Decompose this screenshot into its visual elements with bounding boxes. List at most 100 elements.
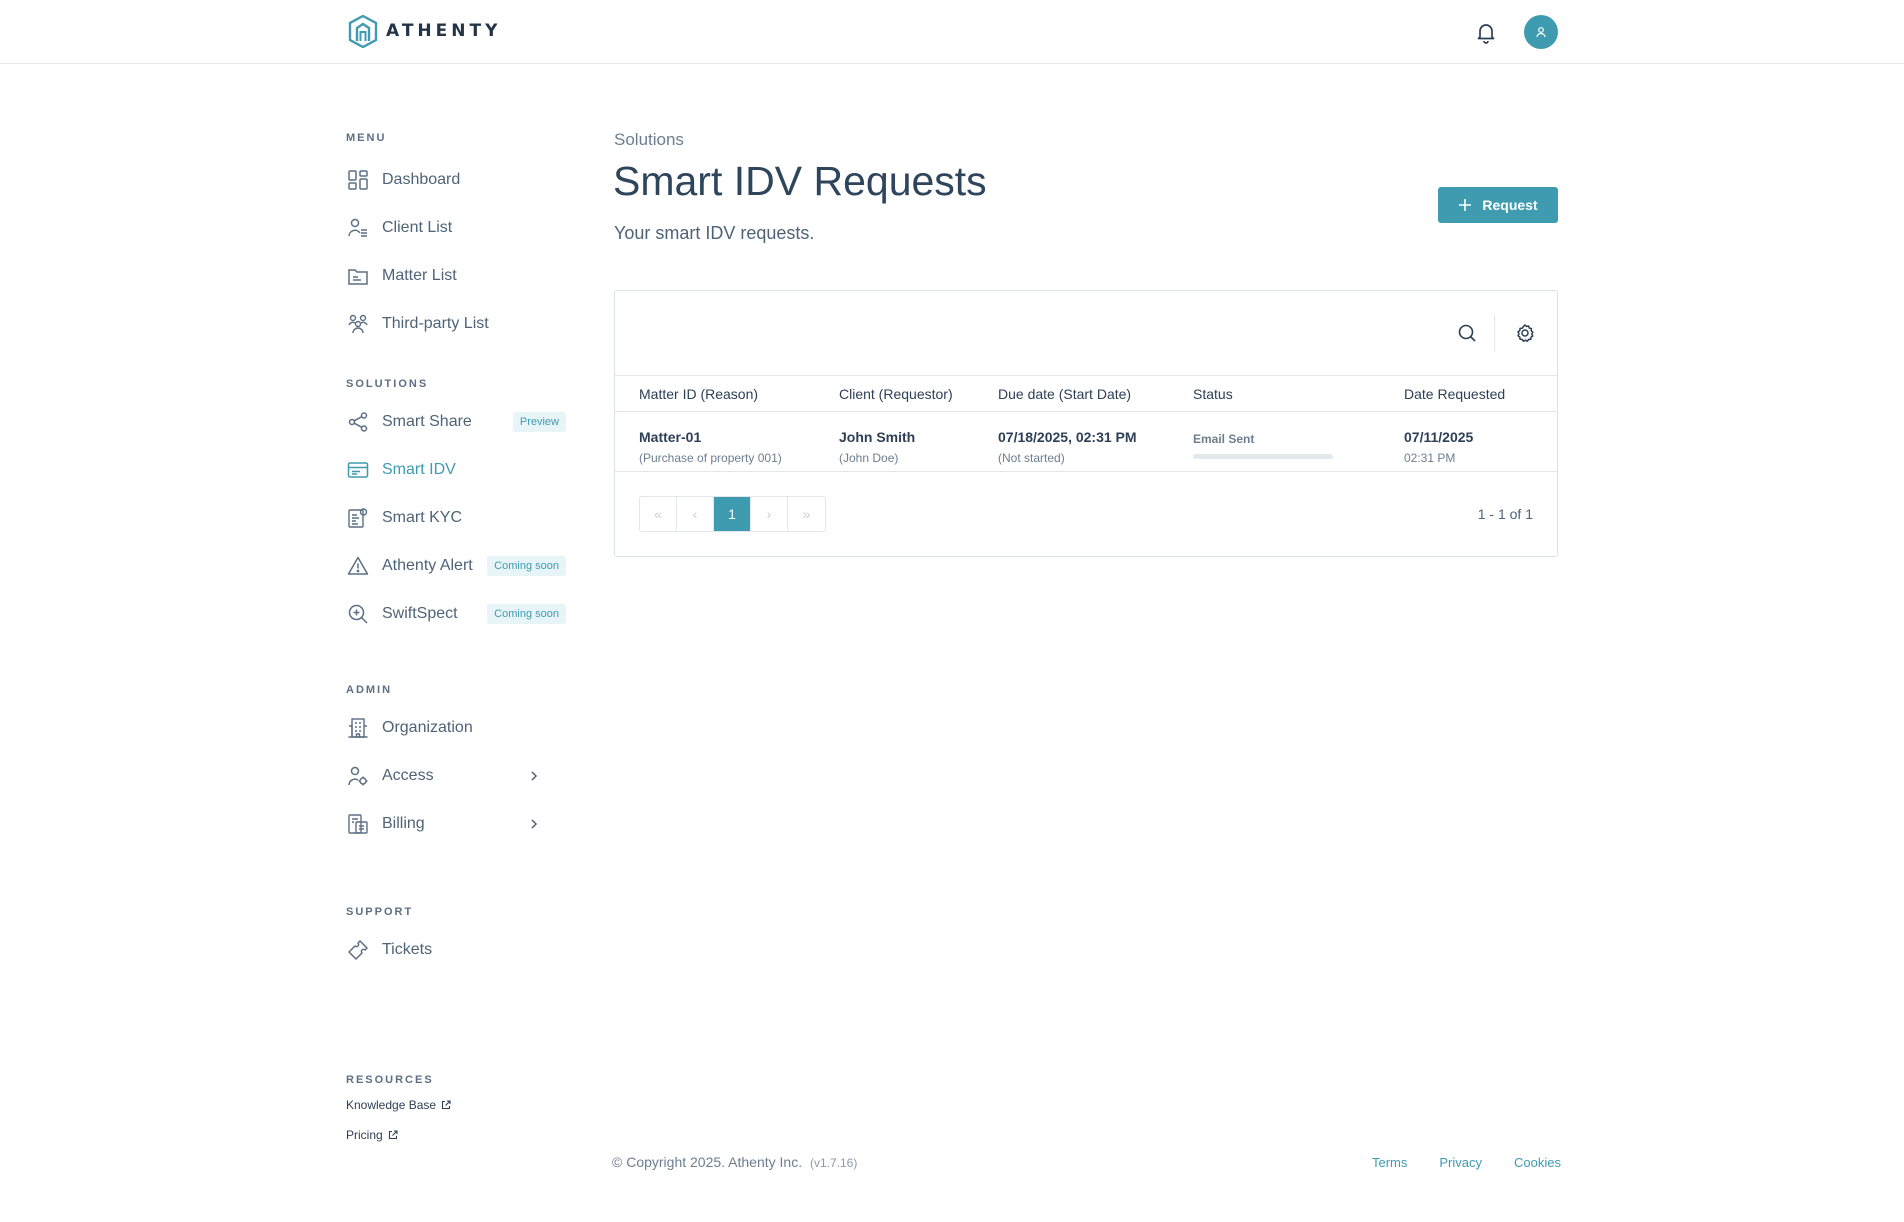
- new-request-button[interactable]: Request: [1438, 187, 1558, 223]
- status-progress-bar: [1193, 454, 1333, 459]
- sidebar: MENU Dashboard Client List Matter List T…: [346, 132, 566, 1150]
- footer-copyright: © Copyright 2025. Athenty Inc. (v1.7.16): [612, 1154, 857, 1170]
- sidebar-item-label: Organization: [382, 719, 473, 736]
- requestor-name: (John Doe): [839, 451, 899, 465]
- terms-link[interactable]: Terms: [1372, 1155, 1407, 1170]
- billing-icon: [346, 812, 370, 836]
- sidebar-section-admin: ADMIN: [346, 684, 393, 696]
- avatar[interactable]: [1524, 15, 1558, 49]
- sidebar-item-label: SwiftSpect: [382, 605, 458, 622]
- sidebar-item-dashboard[interactable]: Dashboard: [346, 156, 566, 204]
- page-button-1[interactable]: 1: [714, 497, 751, 531]
- sidebar-item-matter-list[interactable]: Matter List: [346, 252, 566, 300]
- sidebar-item-swiftspect[interactable]: SwiftSpect Coming soon: [346, 590, 566, 638]
- app-name: ATHENTY: [386, 21, 502, 41]
- start-date: (Not started): [998, 451, 1065, 465]
- client-name: John Smith: [839, 429, 916, 445]
- new-request-label: Request: [1482, 197, 1538, 213]
- chevron-right-icon[interactable]: [526, 768, 542, 784]
- toolbar-divider: [1494, 315, 1495, 351]
- kyc-icon: [346, 506, 370, 530]
- date-requested: 07/11/2025: [1404, 429, 1474, 445]
- breadcrumb[interactable]: Solutions: [614, 130, 684, 150]
- matter-reason: (Purchase of property 001): [639, 451, 782, 465]
- sidebar-section-resources: RESOURCES: [346, 1074, 434, 1086]
- due-date: 07/18/2025, 02:31 PM: [998, 429, 1137, 445]
- column-header-date-requested[interactable]: Date Requested: [1404, 386, 1505, 402]
- table-row[interactable]: Matter-01 (Purchase of property 001) Joh…: [615, 412, 1557, 472]
- sidebar-item-label: Billing: [382, 815, 425, 832]
- folder-icon: [346, 264, 370, 288]
- sidebar-item-tickets[interactable]: Tickets: [346, 926, 566, 974]
- column-header-due-date[interactable]: Due date (Start Date): [998, 386, 1131, 402]
- column-header-client[interactable]: Client (Requestor): [839, 386, 953, 402]
- external-link-icon: [388, 1130, 398, 1140]
- knowledge-base-link[interactable]: Knowledge Base: [346, 1090, 566, 1120]
- pricing-link[interactable]: Pricing: [346, 1120, 566, 1150]
- app-version: (v1.7.16): [809, 1156, 858, 1170]
- sidebar-item-label: Athenty Alert: [382, 557, 473, 574]
- gear-icon[interactable]: [1513, 321, 1537, 345]
- external-link-icon: [442, 1100, 451, 1110]
- time-requested: 02:31 PM: [1404, 451, 1456, 465]
- sidebar-item-label: Smart Share: [382, 413, 472, 430]
- sidebar-item-access[interactable]: Access: [346, 752, 566, 800]
- app-logo[interactable]: ATHENTY: [348, 14, 501, 48]
- footer-links: Terms Privacy Cookies: [1372, 1155, 1561, 1170]
- sidebar-item-organization[interactable]: Organization: [346, 704, 566, 752]
- sidebar-item-label: Third-party List: [382, 315, 489, 332]
- copyright-text: © Copyright 2025. Athenty Inc.: [612, 1154, 803, 1170]
- sidebar-section-support: SUPPORT: [346, 906, 414, 918]
- user-gear-icon: [346, 764, 370, 788]
- athenty-logo-icon: [348, 14, 378, 48]
- sidebar-item-label: Client List: [382, 219, 453, 236]
- privacy-link[interactable]: Privacy: [1439, 1155, 1482, 1170]
- grid-icon: [346, 168, 370, 192]
- search-icon[interactable]: [1455, 321, 1479, 345]
- sidebar-item-billing[interactable]: Billing: [346, 800, 566, 848]
- ticket-icon: [346, 938, 370, 962]
- sidebar-item-smart-kyc[interactable]: Smart KYC: [346, 494, 566, 542]
- sidebar-item-label: Dashboard: [382, 171, 461, 188]
- alert-icon: [346, 554, 370, 578]
- id-card-icon: [346, 458, 370, 482]
- prev-page-button[interactable]: ‹: [677, 497, 714, 531]
- coming-soon-badge: Coming soon: [487, 556, 566, 576]
- share-icon: [346, 410, 370, 434]
- bell-icon[interactable]: [1474, 20, 1498, 44]
- chevron-right-icon[interactable]: [526, 816, 542, 832]
- first-page-button[interactable]: «: [640, 497, 677, 531]
- sidebar-item-label: Matter List: [382, 267, 457, 284]
- pagination-range: 1 - 1 of 1: [1477, 506, 1533, 522]
- sidebar-item-label: Tickets: [382, 941, 433, 958]
- sidebar-item-label: Smart IDV: [382, 461, 456, 478]
- pricing-label: Pricing: [346, 1128, 383, 1142]
- preview-badge: Preview: [512, 412, 566, 432]
- sidebar-item-label: Access: [382, 767, 434, 784]
- building-icon: [346, 716, 370, 740]
- matter-id: Matter-01: [639, 429, 702, 445]
- column-header-matter-id[interactable]: Matter ID (Reason): [639, 386, 758, 402]
- sidebar-item-label: Smart KYC: [382, 509, 463, 526]
- client-list-icon: [346, 216, 370, 240]
- status-badge: Email Sent: [1193, 432, 1255, 446]
- requests-table-card: Matter ID (Reason) Client (Requestor) Du…: [614, 290, 1558, 557]
- top-bar: ATHENTY: [0, 0, 1904, 64]
- sidebar-section-solutions: SOLUTIONS: [346, 378, 429, 390]
- plus-icon: [1459, 199, 1472, 211]
- sidebar-item-client-list[interactable]: Client List: [346, 204, 566, 252]
- cookies-link[interactable]: Cookies: [1514, 1155, 1561, 1170]
- column-header-status[interactable]: Status: [1193, 386, 1233, 402]
- sidebar-item-smart-share[interactable]: Smart Share Preview: [346, 398, 566, 446]
- sidebar-item-athenty-alert[interactable]: Athenty Alert Coming soon: [346, 542, 566, 590]
- last-page-button[interactable]: »: [788, 497, 825, 531]
- next-page-button[interactable]: ›: [751, 497, 788, 531]
- zoom-in-icon: [346, 602, 370, 626]
- sidebar-item-smart-idv[interactable]: Smart IDV: [346, 446, 566, 494]
- table-header: Matter ID (Reason) Client (Requestor) Du…: [615, 375, 1557, 412]
- page-subtitle: Your smart IDV requests.: [614, 223, 815, 243]
- sidebar-item-third-party-list[interactable]: Third-party List: [346, 300, 566, 348]
- user-icon: [1536, 27, 1546, 38]
- group-icon: [346, 312, 370, 336]
- pagination: « ‹ 1 › »: [639, 496, 826, 532]
